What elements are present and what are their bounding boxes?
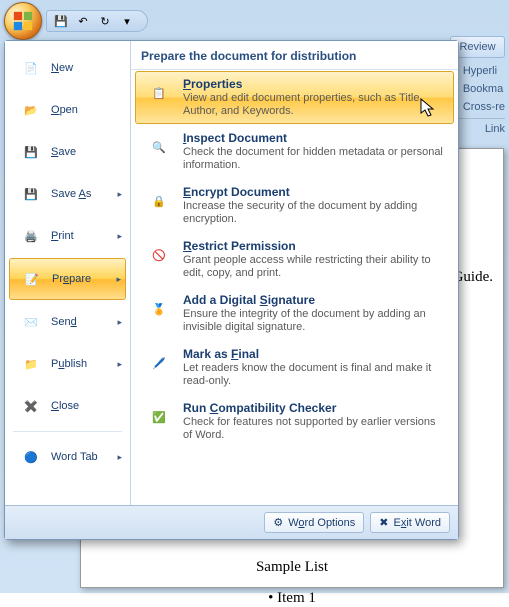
office-logo-icon [12, 10, 34, 32]
redo-icon: ↻ [100, 15, 109, 28]
menu-print[interactable]: 🖨️Print▸ [9, 216, 126, 256]
prepare-icon: 📝 [20, 267, 44, 291]
menu-publish[interactable]: 📁Publish▸ [9, 344, 126, 384]
save-as-icon: 💾 [19, 182, 43, 206]
chevron-right-icon: ▸ [117, 359, 122, 370]
tab-review-label: Review [459, 41, 495, 53]
qat-redo-button[interactable]: ↻ [95, 12, 115, 30]
word-icon: 🔵 [19, 445, 43, 469]
chevron-down-icon: ▾ [124, 15, 130, 28]
open-icon: 📂 [19, 98, 43, 122]
menu-save-as[interactable]: 💾Save As▸ [9, 174, 126, 214]
qat-customize-button[interactable]: ▾ [117, 12, 137, 30]
menu-left-column: 📄New 📂Open 💾Save 💾Save As▸ 🖨️Print▸ 📝Pre… [5, 41, 131, 505]
chevron-right-icon: ▸ [117, 317, 122, 328]
menu-send[interactable]: ✉️Send▸ [9, 302, 126, 342]
signature-icon: 🏅 [143, 293, 175, 325]
prepare-encrypt-title: Encrypt Document [183, 185, 446, 199]
exit-icon: ✖ [379, 516, 388, 529]
prepare-compat-desc: Check for features not supported by earl… [183, 416, 446, 442]
prepare-encrypt-desc: Increase the security of the document by… [183, 200, 446, 226]
prepare-properties-title: Properties [183, 77, 446, 91]
prepare-list: 📋 Properties View and edit document prop… [131, 70, 458, 505]
prepare-inspect[interactable]: 🔍 Inspect Document Check the document fo… [135, 125, 454, 178]
inspect-icon: 🔍 [143, 131, 175, 163]
properties-icon: 📋 [143, 77, 175, 109]
prepare-properties-desc: View and edit document properties, such … [183, 92, 446, 118]
menu-separator [13, 431, 122, 432]
publish-icon: 📁 [19, 352, 43, 376]
prepare-final-desc: Let readers know the document is final a… [183, 362, 446, 388]
prepare-compat-title: Run Compatibility Checker [183, 401, 446, 415]
send-icon: ✉️ [19, 310, 43, 334]
prepare-compat[interactable]: ✅ Run Compatibility Checker Check for fe… [135, 395, 454, 448]
chevron-right-icon: ▸ [117, 231, 122, 242]
new-icon: 📄 [19, 56, 43, 80]
chevron-right-icon: ▸ [116, 274, 121, 285]
prepare-signature-title: Add a Digital Signature [183, 293, 446, 307]
prepare-inspect-desc: Check the document for hidden metadata o… [183, 146, 446, 172]
doc-sample-heading: Sample List [101, 559, 483, 576]
prepare-header: Prepare the document for distribution [131, 41, 458, 70]
close-icon: ✖️ [19, 394, 43, 418]
save-icon: 💾 [54, 15, 68, 28]
chevron-right-icon: ▸ [117, 189, 122, 200]
undo-icon: ↶ [78, 15, 87, 28]
qat-undo-button[interactable]: ↶ [73, 12, 93, 30]
prepare-final-title: Mark as Final [183, 347, 446, 361]
menu-footer: ⚙Word Options ✖Exit Word [5, 505, 458, 539]
qat-save-button[interactable]: 💾 [51, 12, 71, 30]
print-icon: 🖨️ [19, 224, 43, 248]
menu-new[interactable]: 📄New [9, 48, 126, 88]
office-menu: 📄New 📂Open 💾Save 💾Save As▸ 🖨️Print▸ 📝Pre… [4, 40, 459, 540]
word-options-button[interactable]: ⚙Word Options [264, 512, 364, 533]
office-button[interactable] [4, 2, 42, 40]
prepare-signature-desc: Ensure the integrity of the document by … [183, 308, 446, 334]
menu-prepare[interactable]: 📝Prepare▸ [9, 258, 126, 300]
menu-word-tab[interactable]: 🔵Word Tab▸ [9, 437, 126, 477]
prepare-signature[interactable]: 🏅 Add a Digital Signature Ensure the int… [135, 287, 454, 340]
chevron-right-icon: ▸ [117, 452, 122, 463]
compat-icon: ✅ [143, 401, 175, 433]
exit-word-button[interactable]: ✖Exit Word [370, 512, 450, 533]
restrict-icon: 🚫 [143, 239, 175, 271]
menu-open[interactable]: 📂Open [9, 90, 126, 130]
prepare-final[interactable]: 🖊️ Mark as Final Let readers know the do… [135, 341, 454, 394]
quick-access-toolbar: 💾 ↶ ↻ ▾ [46, 10, 148, 32]
prepare-properties[interactable]: 📋 Properties View and edit document prop… [135, 71, 454, 124]
prepare-restrict[interactable]: 🚫 Restrict Permission Grant people acces… [135, 233, 454, 286]
final-icon: 🖊️ [143, 347, 175, 379]
prepare-encrypt[interactable]: 🔒 Encrypt Document Increase the security… [135, 179, 454, 232]
menu-right-column: Prepare the document for distribution 📋 … [131, 41, 458, 505]
menu-close[interactable]: ✖️Close [9, 386, 126, 426]
encrypt-icon: 🔒 [143, 185, 175, 217]
save-icon: 💾 [19, 140, 43, 164]
prepare-inspect-title: Inspect Document [183, 131, 446, 145]
prepare-restrict-title: Restrict Permission [183, 239, 446, 253]
options-icon: ⚙ [273, 516, 283, 529]
prepare-restrict-desc: Grant people access while restricting th… [183, 254, 446, 280]
menu-save[interactable]: 💾Save [9, 132, 126, 172]
